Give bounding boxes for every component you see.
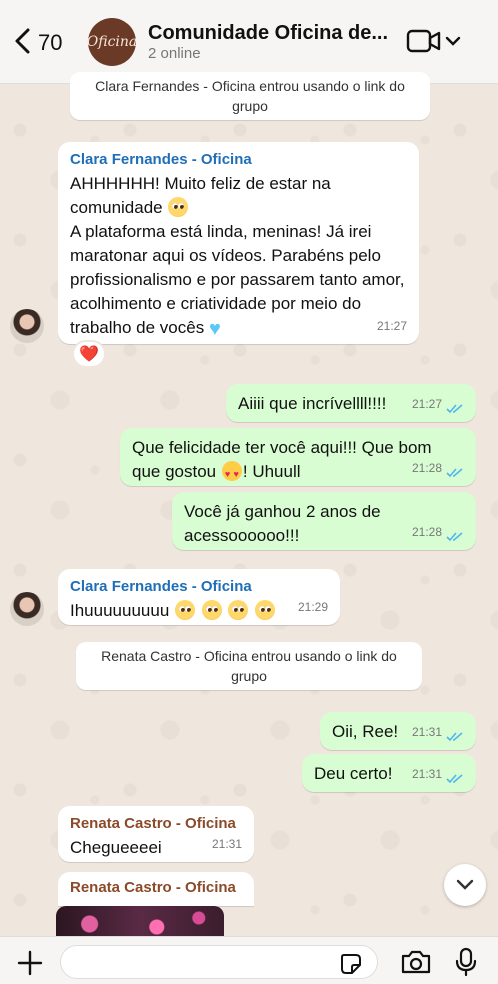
- pleading-face-emoji: [175, 600, 196, 620]
- blue-heart-emoji: ♥: [208, 318, 221, 340]
- read-ticks-icon: [446, 404, 463, 414]
- message-time: 21:28: [411, 461, 442, 475]
- message-text: Você já ganhou 2 anos de acessoooooo!!!: [184, 502, 381, 545]
- system-message-text: Clara Fernandes - Oficina entrou usando …: [95, 78, 405, 114]
- message-sender: Clara Fernandes - Oficina: [70, 578, 252, 595]
- message-sender: Clara Fernandes - Oficina: [70, 151, 252, 168]
- message-sender: Renata Castro - Oficina: [70, 879, 236, 896]
- back-chevron-icon[interactable]: [10, 26, 36, 56]
- message-bubble-incoming[interactable]: Clara Fernandes - Oficina AHHHHHH! Muito…: [58, 142, 419, 344]
- heart-reaction-icon: ❤️: [79, 346, 99, 363]
- message-time: 21:31: [411, 767, 442, 781]
- message-time: 21:29: [297, 600, 328, 614]
- message-time: 21:31: [211, 837, 242, 851]
- message-text: AHHHHHH! Muito feliz de estar na comunid…: [70, 172, 407, 341]
- pleading-face-emoji: [168, 197, 189, 217]
- message-text: Ihuuuuuuuuu: [70, 601, 170, 620]
- chat-title[interactable]: Comunidade Oficina de...: [148, 22, 398, 45]
- camera-icon[interactable]: [400, 949, 432, 975]
- sender-avatar[interactable]: [10, 592, 44, 626]
- video-call-icon[interactable]: [406, 28, 442, 54]
- read-ticks-icon: [446, 532, 463, 542]
- chevron-down-icon[interactable]: [444, 32, 462, 50]
- message-time: 21:27: [411, 397, 442, 411]
- message-text: Aiiii que incrívellll!!!!: [238, 394, 387, 413]
- message-photo[interactable]: [56, 906, 224, 936]
- sender-avatar[interactable]: [10, 309, 44, 343]
- message-sender: Renata Castro - Oficina: [70, 815, 236, 832]
- message-text: Chegueeeei: [70, 838, 162, 857]
- system-message: Clara Fernandes - Oficina entrou usando …: [70, 72, 430, 120]
- plus-icon[interactable]: [16, 949, 44, 977]
- mic-icon[interactable]: [454, 947, 478, 977]
- message-input[interactable]: [60, 945, 378, 979]
- online-status: 2 online: [148, 45, 201, 62]
- message-text-row: Ihuuuuuuuuu: [70, 599, 328, 623]
- group-avatar-logo: Oficina: [86, 34, 138, 50]
- message-time: 21:28: [411, 525, 442, 539]
- message-text: Oii, Ree!: [332, 722, 399, 741]
- message-bubble-outgoing[interactable]: Deu certo! 21:31: [302, 754, 476, 792]
- composer-bar: [0, 936, 498, 984]
- message-reaction[interactable]: ❤️: [72, 340, 106, 368]
- pleading-face-emoji: [255, 600, 276, 620]
- message-bubble-incoming[interactable]: Renata Castro - Oficina Chegueeeei 21:31: [58, 806, 254, 862]
- sticker-icon[interactable]: [340, 953, 362, 975]
- pleading-face-emoji: [228, 600, 249, 620]
- read-ticks-icon: [446, 774, 463, 784]
- message-time: 21:31: [411, 725, 442, 739]
- message-bubble-outgoing[interactable]: Aiiii que incrívellll!!!! 21:27: [226, 384, 476, 422]
- group-avatar[interactable]: Oficina: [86, 18, 138, 66]
- scroll-down-button[interactable]: [444, 864, 486, 906]
- system-message-text: Renata Castro - Oficina entrou usando o …: [101, 648, 397, 684]
- scroll-down-icon: [456, 879, 474, 890]
- message-bubble-outgoing[interactable]: Você já ganhou 2 anos de acessoooooo!!! …: [172, 492, 476, 550]
- heart-eyes-emoji: [221, 461, 242, 486]
- message-line: AHHHHHH! Muito feliz de estar na comunid…: [70, 174, 331, 217]
- message-bubble-outgoing[interactable]: Oii, Ree! 21:31: [320, 712, 476, 750]
- message-bubble-outgoing[interactable]: Que felicidade ter você aqui!!! Que bom …: [120, 428, 476, 486]
- message-text-tail: ! Uhuull: [242, 462, 301, 481]
- system-message: Renata Castro - Oficina entrou usando o …: [76, 642, 422, 690]
- message-bubble-incoming[interactable]: Renata Castro - Oficina: [58, 872, 254, 906]
- message-time: 21:27: [376, 319, 407, 333]
- message-text: Deu certo!: [314, 764, 393, 783]
- message-bubble-incoming[interactable]: Clara Fernandes - Oficina Ihuuuuuuuuu 21…: [58, 569, 340, 625]
- read-ticks-icon: [446, 732, 463, 742]
- message-line: A plataforma está linda, meninas! Já ire…: [70, 222, 405, 337]
- pleading-face-emoji: [201, 600, 222, 620]
- read-ticks-icon: [446, 468, 463, 478]
- unread-count[interactable]: 70: [38, 30, 62, 56]
